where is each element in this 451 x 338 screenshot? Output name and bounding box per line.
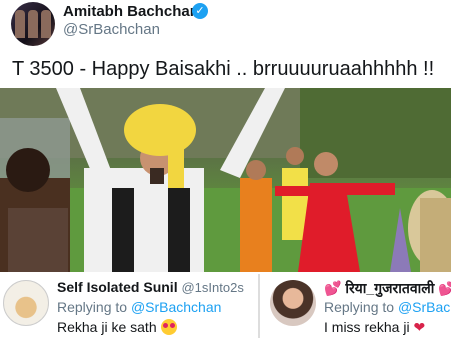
reply-text-content: I miss rekha ji — [324, 319, 410, 335]
reply-author[interactable]: Self Isolated Sunil @1sInto2s — [57, 279, 244, 295]
tweet-text: T 3500 - Happy Baisakhi .. brruuuuruaahh… — [12, 58, 435, 80]
avatar[interactable] — [3, 280, 49, 326]
replying-to: Replying to @SrBachchan — [57, 299, 221, 315]
heart-eyes-emoji-icon — [160, 319, 177, 335]
reply-author-handle[interactable]: @1sInto2s — [181, 280, 243, 295]
reply-card[interactable]: 💕 रिया_गुजरातवाली 💕 Replying to @SrBac I… — [258, 274, 451, 338]
reply-text: I miss rekha ji ❤ — [324, 319, 425, 336]
hearts-icon: 💕 — [438, 280, 451, 296]
user-handle[interactable]: @SrBachchan — [63, 21, 160, 38]
reply-text-content: Rekha ji ke sath — [57, 319, 157, 335]
avatar[interactable] — [11, 2, 55, 46]
reply-card[interactable]: Self Isolated Sunil @1sInto2s Replying t… — [0, 274, 258, 338]
tweet-header: Amitabh Bachchan ✓ @SrBachchan — [0, 0, 451, 50]
tweet-media-image[interactable] — [0, 88, 451, 272]
replying-to: Replying to @SrBac — [324, 299, 450, 315]
display-name[interactable]: Amitabh Bachchan — [63, 3, 199, 20]
reply-author-name[interactable]: Self Isolated Sunil — [57, 279, 178, 295]
hearts-icon: 💕 — [324, 280, 342, 296]
heart-icon: ❤ — [413, 319, 426, 335]
reply-author[interactable]: 💕 रिया_गुजरातवाली 💕 — [324, 279, 451, 298]
reply-text: Rekha ji ke sath — [57, 319, 177, 335]
replying-to-label: Replying to — [324, 299, 395, 315]
reply-author-name[interactable]: रिया_गुजरातवाली — [345, 280, 434, 296]
avatar[interactable] — [270, 280, 316, 326]
mention-link[interactable]: @SrBachchan — [131, 299, 221, 315]
verified-badge-icon: ✓ — [192, 3, 208, 19]
mention-link[interactable]: @SrBac — [398, 299, 450, 315]
replying-to-label: Replying to — [57, 299, 128, 315]
dance-scene-illustration — [0, 88, 451, 272]
